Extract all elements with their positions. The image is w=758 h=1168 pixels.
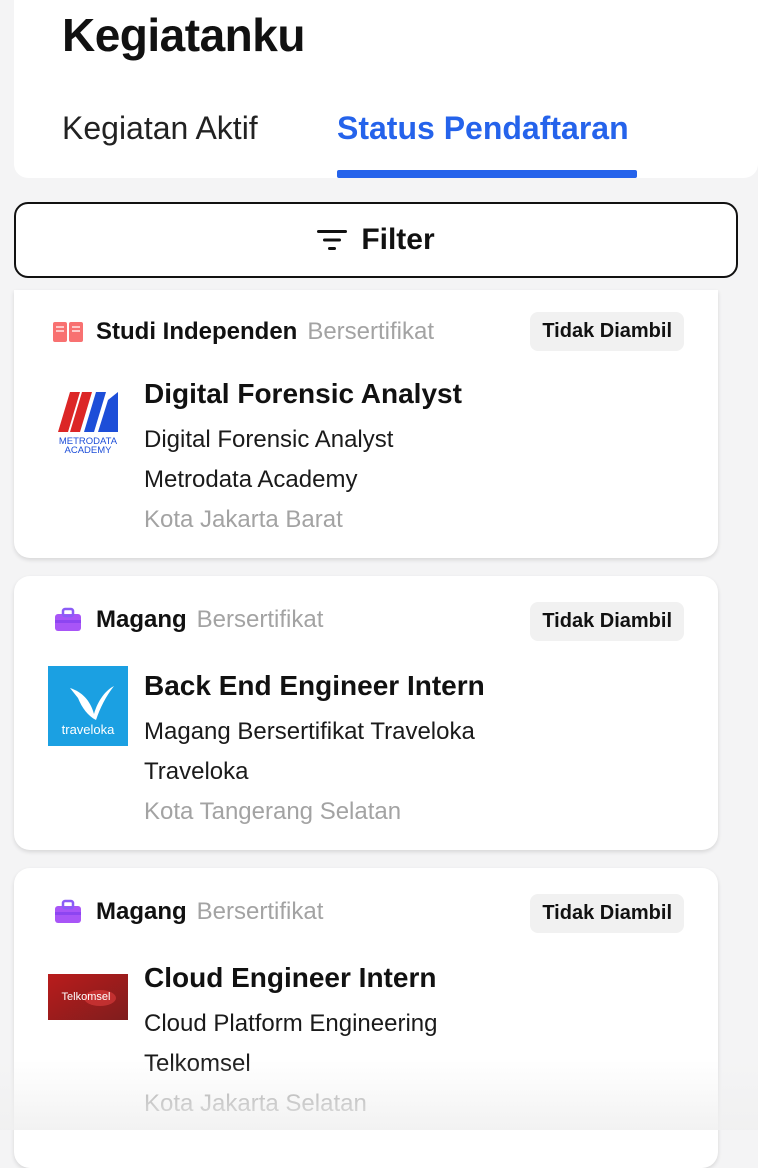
active-tab-indicator [337,170,637,178]
registration-card[interactable]: Magang Bersertifikat Tidak Diambil Telko… [14,868,718,1168]
program-name: Magang Bersertifikat Traveloka [144,718,475,745]
briefcase-icon [52,898,84,926]
category-row: Magang Bersertifikat [52,898,323,926]
traveloka-logo: traveloka [48,666,128,746]
tab-status-pendaftaran[interactable]: Status Pendaftaran [337,110,629,147]
company-name: Telkomsel [144,1050,251,1077]
job-title[interactable]: Digital Forensic Analyst [144,378,462,410]
job-title[interactable]: Back End Engineer Intern [144,670,485,702]
category-subtitle: Bersertifikat [196,898,324,925]
metrodata-academy-logo: METRODATA ACADEMY [48,380,128,460]
book-icon [52,318,84,346]
category-subtitle: Bersertifikat [307,318,435,345]
briefcase-icon [52,606,84,634]
status-badge: Tidak Diambil [530,894,684,933]
location: Kota Jakarta Barat [144,506,343,533]
svg-text:ACADEMY: ACADEMY [65,445,113,456]
job-title[interactable]: Cloud Engineer Intern [144,962,436,994]
filter-button[interactable]: Filter [14,202,738,278]
category-name: Magang [96,898,187,925]
svg-text:traveloka: traveloka [62,722,116,737]
category-row: Magang Bersertifikat [52,606,323,634]
company-name: Metrodata Academy [144,466,358,493]
location: Kota Jakarta Selatan [144,1090,367,1117]
telkomsel-logo: Telkomsel [48,974,128,1020]
tab-kegiatan-aktif[interactable]: Kegiatan Aktif [62,110,258,147]
location: Kota Tangerang Selatan [144,798,402,825]
svg-text:Telkomsel: Telkomsel [62,991,111,1003]
registration-card[interactable]: Studi Independen Bersertifikat Tidak Dia… [14,290,718,558]
page-title: Kegiatanku [62,9,305,61]
category-row: Studi Independen Bersertifikat [52,318,434,346]
status-badge: Tidak Diambil [530,602,684,641]
category-subtitle: Bersertifikat [196,606,324,633]
category-name: Studi Independen [96,318,298,345]
program-name: Cloud Platform Engineering [144,1010,438,1037]
company-name: Traveloka [144,758,249,785]
filter-label: Filter [361,223,435,256]
program-name: Digital Forensic Analyst [144,426,394,453]
filter-icon [317,228,348,252]
page-header: Kegiatanku Kegiatan Aktif Status Pendaft… [14,0,758,178]
registration-card[interactable]: Magang Bersertifikat Tidak Diambil trave… [14,576,718,850]
category-name: Magang [96,606,187,633]
status-badge: Tidak Diambil [530,312,684,351]
